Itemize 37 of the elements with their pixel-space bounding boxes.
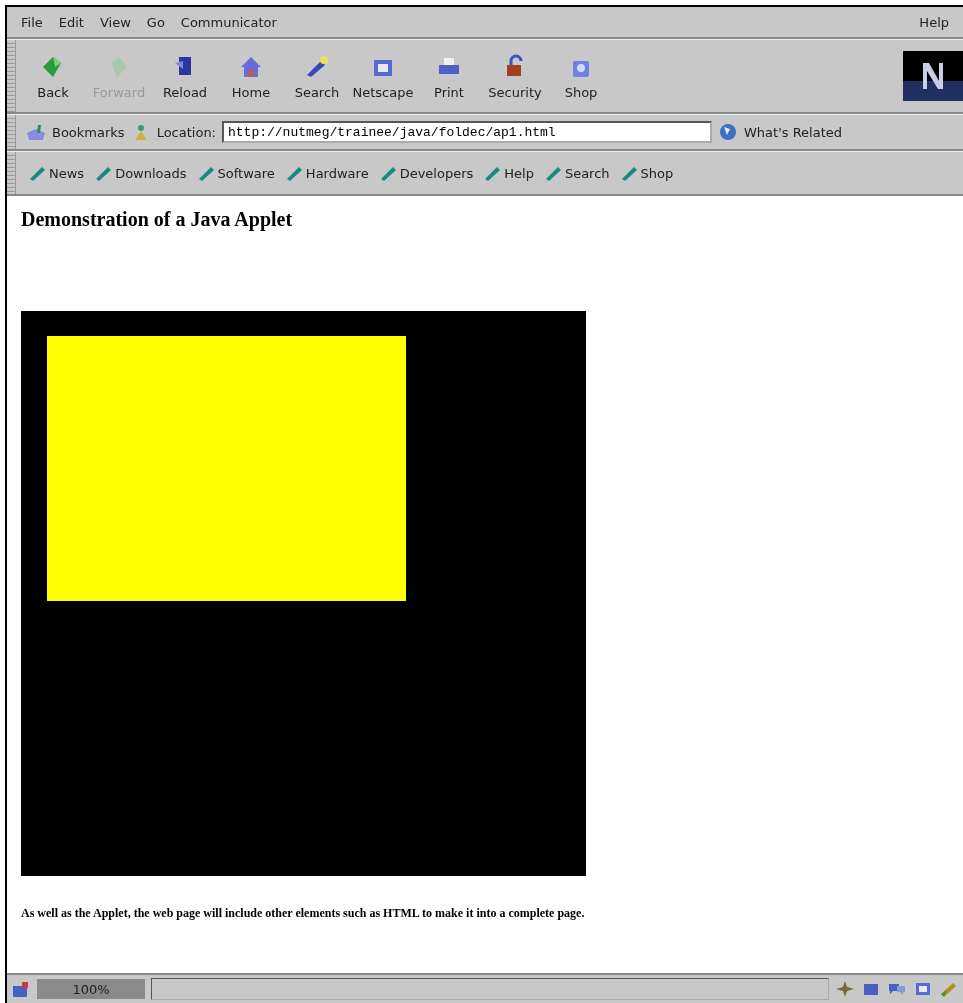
page-heading: Demonstration of a Java Applet (21, 208, 294, 231)
menu-item[interactable]: View (91, 12, 139, 32)
toolbar-button[interactable]: Shop (548, 50, 614, 102)
page-paragraph: As well as the Applet, the web page will include other elements such as HTML to make it into a complete page. (21, 906, 586, 921)
bookmark-icon (26, 123, 46, 141)
toolbar-grip[interactable] (7, 40, 16, 112)
toolbar-button[interactable]: Search (284, 50, 350, 102)
composer-icon[interactable] (913, 980, 933, 998)
bookmark-link[interactable]: Shop (617, 163, 676, 183)
pen-icon[interactable] (939, 980, 959, 998)
location-label: Location: (156, 124, 216, 140)
toolbar-button[interactable]: Back (20, 50, 86, 102)
menu-item[interactable]: Edit (50, 12, 92, 32)
security-icon (11, 980, 31, 998)
progress-indicator: 100% (37, 979, 145, 999)
bookmarks-button[interactable]: Bookmarks (52, 124, 125, 140)
globe-icon (718, 123, 738, 141)
menu-item[interactable]: Communicator (172, 12, 285, 32)
whats-related-button[interactable]: What's Related (744, 124, 843, 140)
bookmark-link[interactable]: Search (541, 163, 612, 183)
url-field[interactable]: http://nutmeg/trainee/java/foldec/ap1.html (222, 121, 712, 143)
menu-item[interactable]: Go (138, 12, 173, 32)
toolbar-button[interactable]: Print (416, 50, 482, 102)
toolbar-button[interactable]: Home (218, 50, 284, 102)
toolbar-button[interactable]: Security (482, 50, 548, 102)
toolbar-button[interactable]: Reload (152, 50, 218, 102)
menu-item[interactable]: File (13, 12, 51, 32)
bookmark-link[interactable]: Hardware (282, 163, 371, 183)
menu-item[interactable]: Help (911, 12, 957, 32)
bookmark-link[interactable]: Downloads (92, 163, 189, 183)
bookmark-link[interactable]: News (26, 163, 87, 183)
bookmark-link[interactable]: Developers (376, 163, 476, 183)
bookmark-link[interactable]: Help (481, 163, 536, 183)
toolbar-grip[interactable] (7, 152, 16, 194)
toolbar-grip[interactable] (7, 115, 16, 149)
bookmark-link[interactable]: Software (194, 163, 277, 183)
toolbar-button[interactable]: Netscape (350, 50, 416, 102)
